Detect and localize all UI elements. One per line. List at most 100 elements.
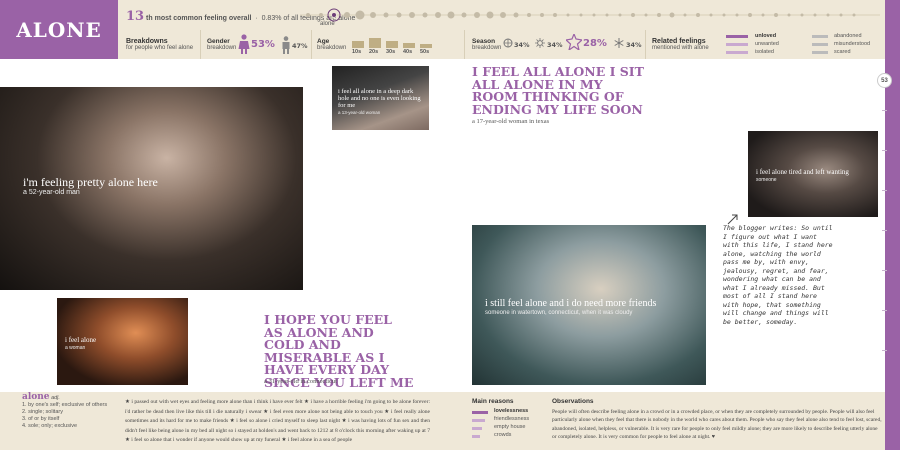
male-pct: 47% — [292, 42, 308, 50]
related-sub: mentioned with alone — [652, 45, 709, 51]
feeling-dot — [566, 13, 570, 17]
feeling-dot — [669, 12, 675, 18]
photo-man[interactable]: i'm feeling pretty alone here a 52-year-… — [0, 87, 303, 290]
photo-tired[interactable]: i feel alone tired and left wanting some… — [748, 131, 878, 217]
reason-bar — [472, 435, 480, 438]
quote-attribution: a 31-year-old in connecticut — [264, 378, 337, 385]
dot-label: alone — [320, 21, 335, 27]
rank-number: 13 — [126, 9, 145, 24]
rank-suffix: th most common feeling overall — [146, 15, 252, 22]
feeling-dot — [618, 13, 622, 17]
feeling-dot — [592, 13, 596, 17]
feeling-dot — [527, 13, 531, 17]
observations: Observations People will often describe … — [552, 398, 882, 442]
footer-bar: alone adj. 1. by one's self; exclusive o… — [0, 392, 885, 450]
quote-attribution: a 17-year-old woman in texas — [472, 118, 550, 125]
feeling-dot — [474, 12, 480, 18]
feeling-dot — [735, 13, 739, 17]
related-title: Related feelings — [652, 38, 706, 45]
reason-row: crowds — [472, 432, 542, 440]
feeling-dot — [579, 13, 583, 17]
age-bar — [420, 44, 432, 48]
autumn-pct: 28% — [583, 38, 607, 49]
related-bar — [812, 43, 828, 46]
feeling-dot — [748, 13, 752, 17]
age-label: 10s — [352, 49, 362, 55]
feeling-dot — [657, 13, 661, 17]
age-heading: Age breakdown — [317, 38, 346, 52]
divider — [464, 30, 465, 59]
photo-attribution: a woman — [65, 345, 86, 351]
related-item: abandoned — [834, 33, 862, 39]
big-quote: I feel all alone I sit all alone in my r… — [472, 64, 644, 117]
feeling-dot — [500, 12, 506, 18]
photo-dark-hole[interactable]: i feel all alone in a deep dark hole and… — [332, 66, 429, 130]
feeling-dot — [409, 12, 415, 18]
winter-pct: 34% — [626, 41, 642, 49]
feeling-dot — [683, 13, 687, 17]
feeling-dot — [370, 12, 376, 18]
feeling-dot — [435, 12, 441, 18]
divider — [645, 30, 646, 59]
photo-girl-glasses[interactable]: i still feel alone and i do need more fr… — [472, 225, 706, 385]
reason-bar — [472, 411, 488, 414]
age-label: 20s — [369, 49, 379, 55]
feeling-dot — [605, 13, 609, 17]
related-bar — [726, 43, 748, 46]
feeling-dot — [774, 13, 778, 17]
definition: alone adj. 1. by one's self; exclusive o… — [22, 392, 122, 430]
feeling-dot — [513, 12, 519, 18]
feeling-dot — [383, 12, 389, 18]
reason-bar — [472, 427, 482, 430]
related-item: unwanted — [755, 41, 779, 47]
feeling-dot — [422, 12, 428, 18]
feeling-dot — [839, 13, 843, 17]
definition-pos: adj. — [51, 395, 60, 401]
related-item: misunderstood — [834, 41, 871, 47]
photo-caption: i feel alone — [65, 336, 97, 344]
reason-bar — [472, 419, 485, 422]
related-heading: Related feelings mentioned with alone — [652, 38, 709, 52]
definition-word: alone — [22, 392, 50, 402]
related-item: isolated — [755, 49, 774, 55]
feeling-dot — [396, 12, 402, 18]
related-bar — [726, 51, 748, 54]
feeling-dot — [813, 13, 817, 17]
feeling-dot — [761, 13, 765, 17]
feeling-dot — [344, 12, 350, 18]
main-reasons: Main reasons lovelessness friendlessness e… — [472, 398, 542, 440]
gender-heading: Gender breakdown — [207, 38, 236, 52]
feeling-dot — [540, 13, 544, 17]
main-reasons-list: lovelessness friendlessness empty house cro… — [472, 408, 542, 440]
feeling-dot — [787, 13, 791, 17]
feeling-dot — [486, 11, 494, 19]
main-reasons-title: Main reasons — [472, 398, 514, 405]
right-edge-strip — [885, 0, 900, 450]
header-bar: ALONE 13 th most common feeling overall … — [0, 0, 900, 59]
blogger-note: The blogger writes: So until I figure ou… — [723, 224, 833, 326]
age-bar — [352, 41, 364, 48]
feeling-dot — [709, 13, 713, 17]
female-icon — [238, 34, 250, 54]
photo-attribution: a 13-year-old woman — [338, 110, 381, 115]
age-sub: breakdown — [317, 45, 347, 51]
age-label: 40s — [403, 49, 413, 55]
divider — [311, 30, 312, 59]
feeling-dot — [306, 13, 310, 17]
photo-woman[interactable]: i feel alone a woman — [57, 298, 188, 385]
photo-caption: i feel all alone in a deep dark hole and… — [338, 88, 421, 109]
male-icon — [282, 36, 290, 54]
feeling-dot — [461, 12, 467, 18]
gender-sub: breakdown — [207, 45, 237, 51]
observations-text: People will often describe feeling alone… — [552, 408, 882, 441]
definition-sense: 4. sole; only; exclusive — [22, 423, 78, 429]
spring-pct: 34% — [514, 41, 530, 49]
winter-snowflake-icon — [614, 38, 624, 48]
feeling-dot — [447, 11, 455, 19]
feelings-excerpts: ★ i passed out with wet eyes and feeling… — [125, 399, 430, 443]
autumn-leaf-icon — [566, 34, 582, 50]
summer-pct: 34% — [547, 41, 563, 49]
reason-row: friendlessness — [472, 416, 542, 424]
related-bar — [812, 35, 828, 38]
breakdowns-heading: Breakdowns for people who feel alone — [126, 38, 193, 52]
